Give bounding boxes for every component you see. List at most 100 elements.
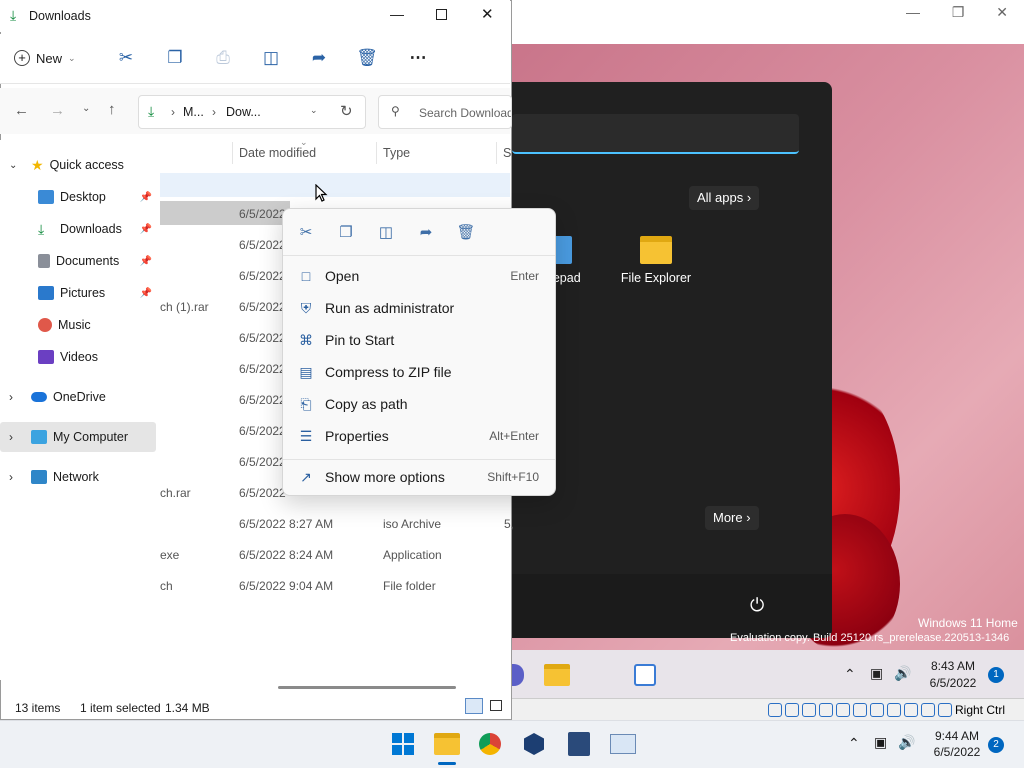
host-network-icon[interactable]: ▣ xyxy=(874,734,887,751)
share-icon[interactable]: ➦ xyxy=(416,223,436,243)
delete-icon[interactable]: 🗑 xyxy=(355,46,379,70)
table-row[interactable] xyxy=(160,172,510,196)
column-divider[interactable] xyxy=(376,142,377,164)
volume-icon[interactable]: 🔊 xyxy=(894,665,911,682)
vm-shared-folder-icon[interactable] xyxy=(853,702,867,717)
column-type[interactable]: Type xyxy=(383,146,410,160)
menu-item-properties[interactable]: ☰ Properties Alt+Enter xyxy=(283,420,555,452)
file-explorer-host-icon[interactable] xyxy=(434,733,460,755)
column-divider[interactable] xyxy=(496,142,497,164)
table-row[interactable] xyxy=(160,544,510,568)
all-apps-button[interactable]: All apps › xyxy=(689,186,760,210)
start-footer xyxy=(512,574,832,638)
file-explorer-taskbar-icon[interactable] xyxy=(544,664,570,686)
chevron-up-icon[interactable]: ⌃ xyxy=(844,666,856,683)
vm-clock-date[interactable]: 6/5/2022 xyxy=(924,676,982,690)
nav-documents[interactable]: Documents 📌 xyxy=(0,246,158,276)
nav-videos[interactable]: Videos xyxy=(0,342,158,372)
address-bar[interactable]: ⤓ › M... › Dow... ⌄ ↻ xyxy=(138,95,366,129)
nav-network[interactable]: › Network xyxy=(0,462,158,492)
expand-chevron-icon[interactable]: ⌄ xyxy=(9,160,23,171)
file-explorer-app-icon[interactable] xyxy=(640,236,672,264)
menu-item-pin-to-start[interactable]: ⌘ Pin to Start xyxy=(283,324,555,356)
vm-keyboard-icon[interactable] xyxy=(938,702,952,717)
copy-icon[interactable]: ❐ xyxy=(163,46,187,70)
tiles-view-icon[interactable] xyxy=(490,700,502,711)
close-button[interactable]: ✕ xyxy=(481,5,494,23)
nav-music[interactable]: Music xyxy=(0,310,158,340)
rename-icon[interactable]: ◫ xyxy=(259,46,283,70)
monitor-app-icon[interactable] xyxy=(610,734,636,754)
vm-audio-icon[interactable] xyxy=(802,702,816,717)
menu-item-show-more-options[interactable]: ↗ Show more options Shift+F10 xyxy=(283,461,555,493)
new-button[interactable]: + New ⌄ xyxy=(14,46,76,70)
table-row[interactable] xyxy=(160,575,510,599)
network-tray-icon[interactable]: ▣ xyxy=(870,665,883,682)
nav-quick-access[interactable]: ⌄ ★ Quick access xyxy=(0,150,158,180)
refresh-icon[interactable]: ↻ xyxy=(340,102,353,120)
cpu-z-icon[interactable] xyxy=(568,732,590,756)
collapse-chevron-icon[interactable]: › xyxy=(9,430,23,444)
vm-clock-time[interactable]: 8:43 AM xyxy=(924,659,982,673)
restore-icon[interactable]: ❐ xyxy=(952,4,965,21)
cut-icon[interactable]: ✂ xyxy=(296,223,316,243)
delete-icon[interactable]: 🗑 xyxy=(456,223,476,243)
chrome-icon[interactable] xyxy=(479,733,501,755)
vm-mouse-icon[interactable] xyxy=(921,702,935,717)
host-chevron-up-icon[interactable]: ⌃ xyxy=(848,735,860,752)
more-button[interactable]: More › xyxy=(705,506,759,530)
menu-item-compress-to-zip-file[interactable]: ▤ Compress to ZIP file xyxy=(283,356,555,388)
column-date-modified[interactable]: Date modified xyxy=(239,146,316,160)
horizontal-scrollbar[interactable] xyxy=(278,686,456,689)
vm-usb-icon[interactable] xyxy=(836,702,850,717)
up-icon[interactable]: ↑ xyxy=(108,101,116,118)
menu-item-copy-as-path[interactable]: ⎗ Copy as path xyxy=(283,388,555,420)
search-box[interactable]: ⚲ Search Downloads xyxy=(378,95,512,129)
vm-optical-icon[interactable] xyxy=(785,702,799,717)
breadcrumb-item[interactable]: M... xyxy=(183,105,204,119)
power-icon[interactable]: ⏻ xyxy=(750,595,764,616)
column-size[interactable]: S xyxy=(503,146,511,160)
nav-desktop[interactable]: Desktop 📌 xyxy=(0,182,158,212)
nav-pictures[interactable]: Pictures 📌 xyxy=(0,278,158,308)
details-view-icon[interactable] xyxy=(465,698,483,714)
collapse-chevron-icon[interactable]: › xyxy=(9,470,23,484)
column-divider[interactable] xyxy=(232,142,233,164)
nav-my-computer[interactable]: › My Computer xyxy=(0,422,156,452)
paste-icon[interactable]: ⎙ xyxy=(211,46,235,70)
close-icon[interactable]: ✕ xyxy=(996,4,1008,21)
host-volume-icon[interactable]: 🔊 xyxy=(898,734,915,751)
more-icon[interactable]: ⋯ xyxy=(406,46,430,70)
breadcrumb-current[interactable]: Dow... xyxy=(226,105,261,119)
vm-display-icon[interactable] xyxy=(870,702,884,717)
table-row[interactable] xyxy=(160,513,510,537)
vm-recording-icon[interactable] xyxy=(887,702,901,717)
collapse-chevron-icon[interactable]: › xyxy=(9,390,23,404)
maximize-button[interactable] xyxy=(436,9,447,20)
rename-icon[interactable]: ◫ xyxy=(376,223,396,243)
vm-notification-badge[interactable]: 1 xyxy=(988,667,1004,683)
host-clock-time[interactable]: 9:44 AM xyxy=(928,729,986,743)
back-icon[interactable]: ← xyxy=(14,102,29,119)
store-icon[interactable] xyxy=(634,664,656,686)
share-icon[interactable]: ➦ xyxy=(307,46,331,70)
host-clock-date[interactable]: 6/5/2022 xyxy=(928,745,986,759)
forward-icon[interactable]: → xyxy=(50,102,65,119)
menu-item-open[interactable]: □ Open Enter xyxy=(283,260,555,292)
nav-downloads[interactable]: ⤓ Downloads 📌 xyxy=(0,214,158,244)
cut-icon[interactable]: ✂ xyxy=(114,46,138,70)
start-search-box[interactable] xyxy=(512,114,799,154)
windows-start-icon[interactable] xyxy=(392,733,414,755)
minimize-icon[interactable]: — xyxy=(906,4,920,20)
menu-item-run-as-administrator[interactable]: ⛨ Run as administrator xyxy=(283,292,555,324)
recent-chevron-icon[interactable]: ⌄ xyxy=(82,103,90,114)
nav-onedrive[interactable]: › OneDrive xyxy=(0,382,158,412)
address-dropdown-icon[interactable]: ⌄ xyxy=(310,105,318,116)
host-notification-badge[interactable]: 2 xyxy=(988,737,1004,753)
minimize-button[interactable]: — xyxy=(390,6,404,22)
vm-network-icon[interactable] xyxy=(819,702,833,717)
vm-cpu-icon[interactable] xyxy=(904,702,918,717)
vm-storage-icon[interactable] xyxy=(768,702,782,717)
copy-icon[interactable]: ❐ xyxy=(336,223,356,243)
menu-item-label: Run as administrator xyxy=(325,300,455,316)
